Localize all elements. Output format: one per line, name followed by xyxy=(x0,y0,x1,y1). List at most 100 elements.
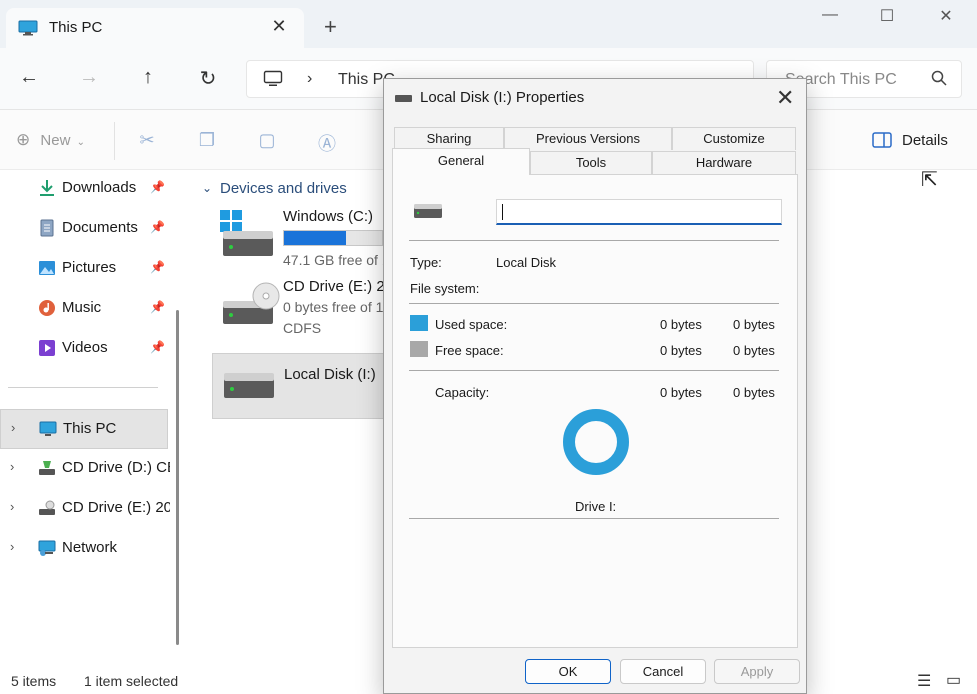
cd-drive-icon xyxy=(39,461,55,475)
drive-name: Local Disk (I:) xyxy=(284,366,376,383)
cut-icon[interactable]: ✂ xyxy=(136,130,158,152)
chevron-right-icon[interactable]: › xyxy=(10,539,14,554)
pin-icon[interactable]: 📌 xyxy=(150,180,165,194)
cd-drive-icon xyxy=(39,500,55,515)
chevron-right-icon[interactable]: › xyxy=(307,70,312,88)
paste-icon[interactable]: ▢ xyxy=(256,130,278,152)
details-label: Details xyxy=(902,132,948,149)
windows-logo-icon xyxy=(220,210,242,232)
sidebar-item-pictures[interactable]: Pictures 📌 xyxy=(0,249,168,289)
tab-customize[interactable]: Customize xyxy=(672,127,796,150)
copy-icon[interactable]: ❐ xyxy=(196,130,218,152)
new-tab-icon[interactable]: + xyxy=(324,16,337,38)
maximize-icon[interactable]: ☐ xyxy=(872,6,902,30)
tab-title: This PC xyxy=(49,19,103,36)
capacity-label: Capacity: xyxy=(435,385,490,400)
sidebar-item-label: This PC xyxy=(63,420,117,437)
divider xyxy=(409,303,779,304)
cancel-button[interactable]: Cancel xyxy=(620,659,706,684)
item-count: 5 items xyxy=(11,673,57,689)
volume-label-input[interactable] xyxy=(496,199,782,225)
minimize-icon[interactable]: — xyxy=(815,6,845,30)
sidebar-item-downloads[interactable]: Downloads 📌 xyxy=(0,169,168,209)
hard-drive-icon xyxy=(223,231,273,256)
close-icon[interactable]: ✕ xyxy=(776,85,794,111)
free-space-size: 0 bytes xyxy=(733,343,775,358)
tab-sharing[interactable]: Sharing xyxy=(394,127,504,150)
tab-tools[interactable]: Tools xyxy=(530,151,652,174)
divider xyxy=(409,370,779,371)
divider xyxy=(409,518,779,519)
sidebar-item-network[interactable]: › Network xyxy=(0,529,168,569)
tab-close-icon[interactable]: ✕ xyxy=(269,16,289,37)
chevron-down-icon[interactable]: ⌄ xyxy=(202,181,212,195)
general-tab-panel: Type: Local Disk File system: Used space… xyxy=(392,174,798,648)
list-view-icon[interactable]: ☰ xyxy=(917,671,931,691)
sidebar-item-cd-drive-d[interactable]: › CD Drive (D:) CENA_X64FREV_EN-US_DV9 xyxy=(0,449,170,489)
drive-icon xyxy=(395,95,412,102)
pin-icon[interactable]: 📌 xyxy=(150,220,165,234)
sidebar-item-label: CD Drive (D:) CENA_X64FREV_EN-US_DV9 xyxy=(62,459,170,476)
divider xyxy=(409,240,779,241)
tab-this-pc[interactable]: This PC ✕ xyxy=(6,8,304,48)
sidebar-item-videos[interactable]: Videos 📌 xyxy=(0,329,168,369)
used-space-label: Used space: xyxy=(435,317,508,332)
plus-circle-icon: ⊕ xyxy=(16,130,31,149)
capacity-bytes: 0 bytes xyxy=(660,385,702,400)
dialog-title: Local Disk (I:) Properties xyxy=(420,89,585,106)
title-bar: This PC ✕ + — ☐ ✕ xyxy=(0,0,977,48)
video-icon xyxy=(39,340,55,356)
tab-general[interactable]: General xyxy=(392,148,530,175)
pin-icon[interactable]: 📌 xyxy=(150,260,165,274)
ok-button[interactable]: OK xyxy=(525,659,611,684)
refresh-icon[interactable]: ↻ xyxy=(193,66,223,94)
selection-count: 1 item selected xyxy=(84,673,179,689)
used-space-swatch xyxy=(410,315,428,331)
sidebar-item-music[interactable]: Music 📌 xyxy=(0,289,168,329)
disc-icon xyxy=(252,282,280,310)
free-space-swatch xyxy=(410,341,428,357)
pin-icon[interactable]: 📌 xyxy=(150,300,165,314)
tab-hardware[interactable]: Hardware xyxy=(652,151,796,174)
chevron-right-icon[interactable]: › xyxy=(10,499,14,514)
search-icon xyxy=(931,70,947,86)
sidebar-scrollbar[interactable] xyxy=(176,310,179,645)
drive-name: Windows (C:) xyxy=(283,208,374,225)
chevron-right-icon[interactable]: › xyxy=(10,459,14,474)
back-icon[interactable]: ← xyxy=(14,66,44,94)
drive-filesystem: CDFS xyxy=(283,320,322,336)
navigation-pane: Downloads 📌 Documents 📌 Pictures 📌 Music… xyxy=(0,170,188,666)
free-space-label: Free space: xyxy=(435,343,504,358)
music-icon xyxy=(39,300,55,316)
drive-usage-fill xyxy=(284,231,346,245)
forward-icon[interactable]: → xyxy=(74,66,104,94)
sidebar-item-this-pc[interactable]: › This PC xyxy=(0,409,168,449)
download-icon xyxy=(40,180,54,196)
sidebar-item-label: CD Drive (E:) 2022 xyxy=(62,499,170,516)
tab-previous-versions[interactable]: Previous Versions xyxy=(504,127,672,150)
up-icon[interactable]: ↑ xyxy=(133,66,163,94)
apply-button[interactable]: Apply xyxy=(714,659,800,684)
document-icon xyxy=(40,219,54,237)
close-window-icon[interactable]: ✕ xyxy=(931,6,961,30)
used-space-size: 0 bytes xyxy=(733,317,775,332)
tiles-view-icon[interactable]: ▭ xyxy=(946,670,961,690)
pc-icon xyxy=(263,70,283,86)
group-header[interactable]: Devices and drives xyxy=(220,180,347,197)
pc-icon xyxy=(18,20,38,36)
rename-icon[interactable]: Ⓐ xyxy=(316,130,338,154)
properties-dialog: Local Disk (I:) Properties ✕ Sharing Pre… xyxy=(383,78,807,694)
toolbar-divider xyxy=(114,122,115,160)
chevron-right-icon[interactable]: › xyxy=(11,420,15,435)
drive-usage-bar xyxy=(283,230,383,246)
sidebar-item-documents[interactable]: Documents 📌 xyxy=(0,209,168,249)
sidebar-item-label: Network xyxy=(62,539,118,556)
pin-icon[interactable]: 📌 xyxy=(150,340,165,354)
details-pane-icon xyxy=(872,132,892,148)
hard-drive-icon xyxy=(414,204,442,218)
hard-drive-icon xyxy=(224,373,274,398)
sidebar-item-cd-drive-e[interactable]: › CD Drive (E:) 2022 xyxy=(0,489,170,529)
new-button[interactable]: ⊕ New ⌄ xyxy=(16,130,85,150)
text-caret xyxy=(502,204,503,220)
type-label: Type: xyxy=(410,255,442,270)
